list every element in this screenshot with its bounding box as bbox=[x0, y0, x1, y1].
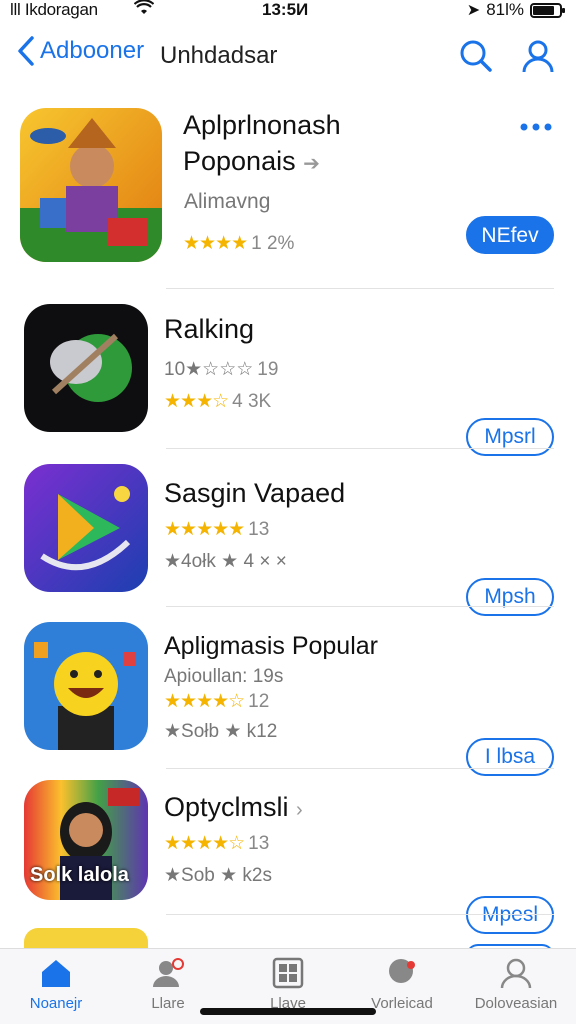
rating-stars: ★★★☆ bbox=[164, 391, 229, 412]
rating-count: 19 bbox=[257, 359, 279, 380]
back-button[interactable]: Adbooner bbox=[18, 36, 144, 66]
rating-stars: ★★★★☆ bbox=[164, 691, 245, 712]
tab-search[interactable]: Doloveasian bbox=[466, 957, 566, 1012]
get-button[interactable]: Mpsrl bbox=[466, 418, 554, 456]
app-name: Ralking bbox=[164, 314, 255, 344]
person-badge-icon bbox=[153, 958, 184, 987]
app-subtitle-text: Poponais bbox=[183, 146, 296, 176]
back-label: Adbooner bbox=[40, 37, 145, 64]
divider bbox=[166, 914, 554, 915]
tab-arcade[interactable]: Vorleicad bbox=[352, 957, 452, 1012]
app-icon-text: Solk lalola bbox=[30, 864, 129, 886]
rating-count: 1 2% bbox=[251, 233, 295, 254]
rating-line-2: ★★★☆ 4 3K bbox=[164, 390, 271, 413]
rating-count: 13 bbox=[248, 833, 270, 854]
rating-line-1: 10★☆☆☆ 19 bbox=[164, 358, 278, 381]
divider bbox=[166, 606, 554, 607]
rating-count: 12 bbox=[248, 691, 270, 712]
rating-count: 4 3K bbox=[232, 391, 272, 412]
location-icon: ➤ bbox=[466, 2, 481, 19]
get-button[interactable]: Mpsh bbox=[466, 578, 554, 616]
rating-stars: ★★★★☆ bbox=[164, 833, 245, 854]
rating-stars: ★★★★★ bbox=[164, 519, 245, 540]
grid-icon bbox=[272, 957, 304, 989]
rating-line-1: ★★★★★ 13 bbox=[164, 518, 269, 541]
tab-label: Doloveasian bbox=[474, 995, 558, 1012]
divider bbox=[166, 768, 554, 769]
app-icon bbox=[24, 622, 148, 750]
app-icon bbox=[24, 304, 148, 432]
page-title: Unhdadsar bbox=[160, 42, 278, 69]
tab-apps[interactable]: Llave bbox=[238, 957, 338, 1012]
app-name-text: Optyclmsli bbox=[164, 792, 289, 822]
app-name: Optyclmsli › bbox=[164, 792, 303, 823]
app-icon bbox=[24, 464, 148, 592]
tab-games[interactable]: Llare bbox=[118, 957, 218, 1012]
carrier-label: lll Ikdoragan bbox=[10, 0, 98, 19]
divider bbox=[166, 288, 554, 289]
app-name: Aplprlnonash bbox=[183, 110, 341, 140]
app-subtitle: Poponais ➔ bbox=[183, 146, 320, 177]
tab-today[interactable]: Noanejr bbox=[6, 957, 106, 1012]
tab-label: Llare bbox=[151, 995, 185, 1012]
get-button[interactable]: NEfev bbox=[466, 216, 554, 254]
rating-line-2: ★4ołk ★ 4 × × bbox=[164, 551, 287, 572]
rating-count: 13 bbox=[248, 519, 270, 540]
rating-line-2: ★Sob ★ k2s bbox=[164, 865, 272, 886]
wifi-icon bbox=[133, 0, 155, 21]
home-indicator bbox=[200, 1008, 376, 1015]
chevron-left-icon bbox=[18, 36, 34, 66]
rating: ★★★★ 1 2% bbox=[183, 232, 294, 255]
rating-stars: 10★☆☆☆ bbox=[164, 359, 254, 380]
home-icon bbox=[42, 960, 70, 987]
tab-label: Vorleicad bbox=[371, 995, 433, 1012]
battery-percent: 81l% bbox=[486, 0, 524, 19]
rating-line-2: ★Sołb ★ k12 bbox=[164, 721, 278, 742]
nav-bar: Adbooner Unhdadsar bbox=[0, 30, 576, 84]
rating-line-1: ★★★★☆ 13 bbox=[164, 832, 269, 855]
divider bbox=[166, 448, 554, 449]
rating-line-1: ★★★★☆ 12 bbox=[164, 690, 269, 713]
app-icon bbox=[24, 928, 148, 948]
app-name: Apligmasis Popular bbox=[164, 632, 378, 660]
status-bar: lll Ikdoragan 13:5И ➤ 81l% bbox=[0, 0, 576, 22]
app-icon: Solk lalola bbox=[24, 780, 148, 900]
clock: 13:5И bbox=[262, 0, 309, 19]
account-icon[interactable] bbox=[520, 38, 556, 79]
app-subtitle: Apioullan: 19s bbox=[164, 666, 284, 687]
more-icon[interactable] bbox=[518, 120, 554, 132]
app-icon bbox=[20, 108, 162, 262]
app-category: Alimavng bbox=[184, 190, 271, 213]
tab-label: Noanejr bbox=[29, 995, 83, 1012]
battery-icon bbox=[530, 2, 565, 18]
chevron-right-icon: ➔ bbox=[303, 153, 320, 175]
search-icon[interactable] bbox=[458, 38, 494, 79]
person-icon bbox=[500, 958, 532, 989]
app-name: Sasgin Vapaed bbox=[164, 478, 346, 508]
rating-stars: ★★★★ bbox=[183, 233, 248, 254]
joystick-icon bbox=[389, 959, 415, 983]
get-button[interactable]: Mpesl bbox=[466, 896, 554, 934]
battery-fill bbox=[533, 5, 554, 15]
chevron-right-icon: › bbox=[296, 799, 303, 821]
get-button[interactable]: I lbsa bbox=[466, 738, 554, 776]
